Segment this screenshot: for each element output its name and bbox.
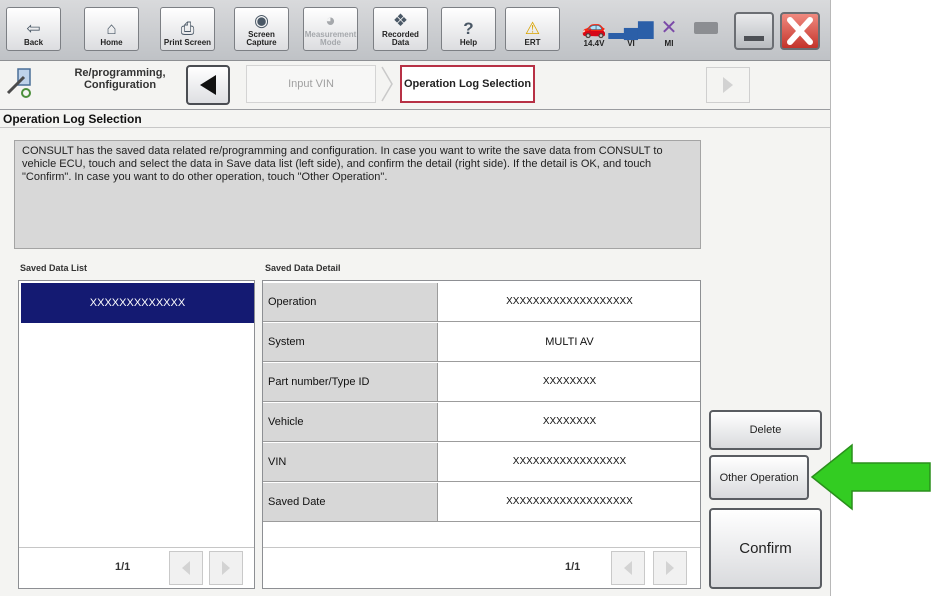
breadcrumb-title: Re/programming, Configuration <box>74 67 166 91</box>
battery-voltage: 14.4V <box>583 39 605 48</box>
detail-pager: 1/1 <box>263 547 700 588</box>
detail-value: XXXXXXXXXXXXXXXXXXX <box>506 296 633 307</box>
detail-row-system: System MULTI AV <box>263 323 700 362</box>
vi-status: ▂▄▆ VI <box>609 8 654 48</box>
detail-page-indicator: 1/1 <box>565 561 581 573</box>
detail-value: XXXXXXXX <box>542 416 597 427</box>
toolbar: ⇦ Back ⌂ Home ⎙ Print Screen ◉ Screen Ca… <box>0 0 830 61</box>
detail-row-saved-date: Saved Date XXXXXXXXXXXXXXXXXXX <box>263 483 700 522</box>
print-screen-label: Print Screen <box>163 38 212 47</box>
saved-data-detail: Operation XXXXXXXXXXXXXXXXXXX System MUL… <box>262 280 701 589</box>
ert-button[interactable]: ⚠ ERT <box>505 7 560 51</box>
ert-button-label: ERT <box>524 38 541 47</box>
triangle-left-icon <box>200 75 216 95</box>
car-icon: 🚗 <box>581 17 607 39</box>
saved-data-list-header: Saved Data List <box>20 263 88 273</box>
detail-label: Vehicle <box>263 403 438 441</box>
detail-row-vehicle: Vehicle XXXXXXXX <box>263 403 700 442</box>
breadcrumb: Re/programming, Configuration Input VIN … <box>0 61 830 110</box>
screen-capture-button[interactable]: ◉ Screen Capture <box>234 7 289 51</box>
signal-icon: ▂▄▆ <box>608 17 654 39</box>
back-button[interactable]: ⇦ Back <box>6 7 61 51</box>
step-input-vin: Input VIN <box>246 65 376 103</box>
detail-row-part-number: Part number/Type ID XXXXXXXX <box>263 363 700 402</box>
home-button[interactable]: ⌂ Home <box>84 7 139 51</box>
page-title: Operation Log Selection <box>0 110 830 128</box>
triangle-right-icon <box>666 561 674 575</box>
breadcrumb-forward-button[interactable] <box>706 67 750 103</box>
saved-data-list: XXXXXXXXXXXXX 1/1 <box>18 280 255 589</box>
recorded-data-label: Recorded Data <box>382 30 419 47</box>
back-arrow-icon: ⇦ <box>26 19 41 38</box>
detail-value: XXXXXXXX <box>542 376 597 387</box>
triangle-right-icon <box>723 77 733 93</box>
help-icon: ? <box>463 19 474 38</box>
list-page-indicator: 1/1 <box>115 561 131 573</box>
instruction-message: CONSULT has the saved data related re/pr… <box>14 140 701 249</box>
detail-prev-page-button[interactable] <box>611 551 645 585</box>
help-button-label: Help <box>459 38 478 47</box>
measurement-mode-label: Measurement Mode <box>304 30 357 47</box>
other-operation-button[interactable]: Other Operation <box>709 455 809 500</box>
list-pager: 1/1 <box>19 547 254 588</box>
step-operation-log-selection: Operation Log Selection <box>400 65 535 103</box>
mi-label: MI <box>664 39 674 48</box>
reprogramming-icon <box>6 68 31 98</box>
callout-arrow-icon <box>810 443 931 511</box>
detail-label: Operation <box>263 283 438 321</box>
list-next-page-button[interactable] <box>209 551 243 585</box>
detail-label: VIN <box>263 443 438 481</box>
printer-icon: ⎙ <box>180 19 195 38</box>
recorded-data-icon: ❖ <box>392 11 409 30</box>
minimize-button[interactable] <box>734 12 774 50</box>
step-separator-icon <box>381 66 393 102</box>
help-button[interactable]: ? Help <box>441 7 496 51</box>
saved-data-detail-header: Saved Data Detail <box>265 263 341 273</box>
confirm-button[interactable]: Confirm <box>709 508 822 589</box>
detail-label: System <box>263 323 438 361</box>
minimize-icon <box>744 36 764 41</box>
close-icon <box>787 17 813 45</box>
list-item[interactable]: XXXXXXXXXXXXX <box>21 283 254 323</box>
close-button[interactable] <box>780 12 820 50</box>
measurement-mode-button[interactable]: ◕ Measurement Mode <box>303 7 358 51</box>
back-button-label: Back <box>23 38 44 47</box>
indicator-icon <box>694 22 718 34</box>
camera-icon: ◉ <box>254 11 269 30</box>
detail-label: Part number/Type ID <box>263 363 438 401</box>
print-screen-button[interactable]: ⎙ Print Screen <box>160 7 215 51</box>
home-button-label: Home <box>100 38 123 47</box>
detail-label: Saved Date <box>263 483 438 521</box>
consult-window: ⇦ Back ⌂ Home ⎙ Print Screen ◉ Screen Ca… <box>0 0 831 596</box>
detail-value: XXXXXXXXXXXXXXXXX <box>512 456 627 467</box>
detail-value: XXXXXXXXXXXXXXXXXXX <box>506 496 633 507</box>
disconnected-icon: ✕ <box>660 17 678 39</box>
breadcrumb-back-button[interactable] <box>186 65 230 105</box>
triangle-left-icon <box>182 561 190 575</box>
detail-value: MULTI AV <box>545 336 594 348</box>
screen-capture-label: Screen Capture <box>246 30 277 47</box>
mi-status: ✕ MI <box>654 8 684 48</box>
vi-label: VI <box>627 39 635 48</box>
recorded-data-button[interactable]: ❖ Recorded Data <box>373 7 428 51</box>
detail-next-page-button[interactable] <box>653 551 687 585</box>
warning-icon: ⚠ <box>524 19 541 38</box>
list-prev-page-button[interactable] <box>169 551 203 585</box>
triangle-left-icon <box>624 561 632 575</box>
detail-row-operation: Operation XXXXXXXXXXXXXXXXXXX <box>263 283 700 322</box>
detail-row-vin: VIN XXXXXXXXXXXXXXXXX <box>263 443 700 482</box>
triangle-right-icon <box>222 561 230 575</box>
home-icon: ⌂ <box>106 19 117 38</box>
measurement-icon: ◕ <box>325 11 336 30</box>
